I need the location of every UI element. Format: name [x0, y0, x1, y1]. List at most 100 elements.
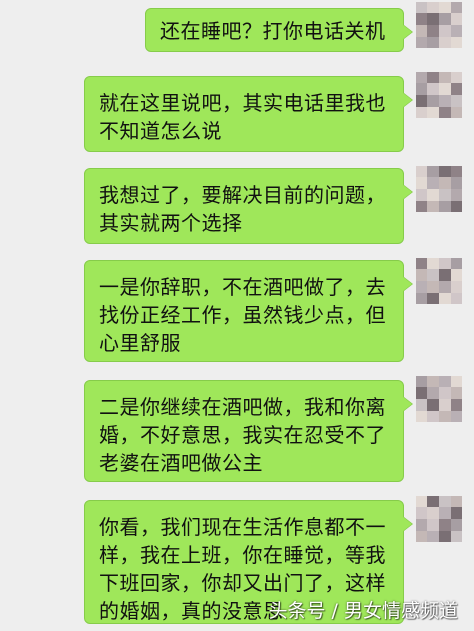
mosaic-pixel: [451, 13, 462, 25]
mosaic-pixel: [439, 107, 451, 118]
mosaic-pixel: [427, 507, 439, 519]
mosaic-pixel: [416, 399, 427, 411]
message-text: 还在睡吧？打你电话关机: [160, 19, 386, 43]
avatar[interactable]: [416, 496, 462, 542]
mosaic-pixel: [427, 25, 439, 37]
mosaic-pixel: [427, 399, 439, 411]
message-bubble[interactable]: 二是你继续在酒吧做，我和你离 婚，不好意思，我实在忍受不了 老婆在酒吧做公主: [84, 380, 413, 482]
mosaic-pixel: [451, 258, 462, 269]
mosaic-pixel: [416, 83, 427, 95]
mosaic-pixel: [451, 507, 462, 519]
mosaic-pixel: [416, 107, 427, 118]
message-bubble[interactable]: 我想过了，要解决目前的问题， 其实就两个选择: [84, 168, 413, 244]
mosaic-pixel: [427, 72, 439, 83]
avatar[interactable]: [416, 258, 462, 304]
mosaic-pixel: [439, 281, 451, 293]
mosaic-pixel: [439, 37, 451, 48]
mosaic-pixel: [439, 189, 451, 201]
message-text: 样，我在上班，你在睡觉，等我: [99, 543, 386, 567]
mosaic-pixel: [451, 177, 462, 189]
mosaic-pixel: [416, 2, 427, 13]
mosaic-pixel: [451, 411, 462, 422]
mosaic-pixel: [439, 411, 451, 422]
mosaic-pixel: [439, 72, 451, 83]
mosaic-pixel: [439, 95, 451, 107]
mosaic-pixel: [451, 166, 462, 177]
mosaic-pixel: [427, 269, 439, 281]
mosaic-pixel: [427, 201, 439, 212]
mosaic-pixel: [451, 281, 462, 293]
mosaic-pixel: [439, 177, 451, 189]
message-bubble[interactable]: 就在这里说吧，其实电话里我也 不知道怎么说: [84, 76, 413, 152]
mosaic-pixel: [427, 2, 439, 13]
avatar[interactable]: [416, 166, 462, 212]
message-text: 你看，我们现在生活作息都不一: [99, 515, 386, 539]
mosaic-pixel: [427, 387, 439, 399]
mosaic-pixel: [427, 95, 439, 107]
mosaic-pixel: [416, 507, 427, 519]
mosaic-pixel: [427, 376, 439, 387]
avatar[interactable]: [416, 72, 462, 118]
mosaic-pixel: [439, 201, 451, 212]
blurred-avatar-icon: [416, 72, 462, 118]
mosaic-pixel: [427, 411, 439, 422]
message-text: 就在这里说吧，其实电话里我也: [99, 91, 386, 115]
mosaic-pixel: [427, 107, 439, 118]
watermark: 头条号 / 男女情感频道: [268, 600, 458, 622]
mosaic-pixel: [427, 189, 439, 201]
blurred-avatar-icon: [416, 2, 462, 48]
mosaic-pixel: [416, 376, 427, 387]
mosaic-pixel: [439, 166, 451, 177]
mosaic-pixel: [416, 258, 427, 269]
message-text: 心里舒服: [99, 331, 181, 355]
mosaic-pixel: [451, 95, 462, 107]
mosaic-pixel: [427, 37, 439, 48]
mosaic-pixel: [416, 531, 427, 542]
mosaic-pixel: [439, 376, 451, 387]
mosaic-pixel: [416, 72, 427, 83]
mosaic-pixel: [439, 83, 451, 95]
mosaic-pixel: [439, 387, 451, 399]
mosaic-pixel: [451, 83, 462, 95]
mosaic-pixel: [451, 201, 462, 212]
mosaic-pixel: [439, 519, 451, 531]
message-text: 二是你继续在酒吧做，我和你离: [99, 395, 386, 419]
mosaic-pixel: [451, 376, 462, 387]
mosaic-pixel: [427, 166, 439, 177]
mosaic-pixel: [416, 411, 427, 422]
mosaic-pixel: [439, 2, 451, 13]
mosaic-pixel: [427, 531, 439, 542]
mosaic-pixel: [427, 177, 439, 189]
blurred-avatar-icon: [416, 166, 462, 212]
avatar[interactable]: [416, 2, 462, 48]
mosaic-pixel: [451, 293, 462, 304]
mosaic-pixel: [439, 496, 451, 507]
mosaic-pixel: [427, 519, 439, 531]
mosaic-pixel: [427, 281, 439, 293]
mosaic-pixel: [439, 531, 451, 542]
message-text: 下班回家，你却又出门了，这样: [99, 571, 386, 595]
mosaic-pixel: [416, 496, 427, 507]
avatar[interactable]: [416, 376, 462, 422]
message-bubble[interactable]: 一是你辞职，不在酒吧做了，去 找份正经工作，虽然钱少点，但 心里舒服: [84, 260, 413, 362]
mosaic-pixel: [451, 269, 462, 281]
blurred-avatar-icon: [416, 376, 462, 422]
mosaic-pixel: [451, 387, 462, 399]
mosaic-pixel: [416, 13, 427, 25]
message-text: 不知道怎么说: [99, 119, 222, 143]
mosaic-pixel: [416, 387, 427, 399]
mosaic-pixel: [416, 95, 427, 107]
message-bubble[interactable]: 还在睡吧？打你电话关机: [145, 8, 413, 52]
mosaic-pixel: [416, 25, 427, 37]
mosaic-pixel: [451, 107, 462, 118]
mosaic-pixel: [451, 399, 462, 411]
message-text: 其实就两个选择: [99, 211, 243, 235]
mosaic-pixel: [439, 258, 451, 269]
mosaic-pixel: [416, 189, 427, 201]
message-text: 我想过了，要解决目前的问题，: [99, 183, 386, 207]
message-text: 婚，不好意思，我实在忍受不了: [99, 423, 386, 447]
mosaic-pixel: [416, 293, 427, 304]
mosaic-pixel: [451, 519, 462, 531]
mosaic-pixel: [439, 25, 451, 37]
mosaic-pixel: [439, 399, 451, 411]
